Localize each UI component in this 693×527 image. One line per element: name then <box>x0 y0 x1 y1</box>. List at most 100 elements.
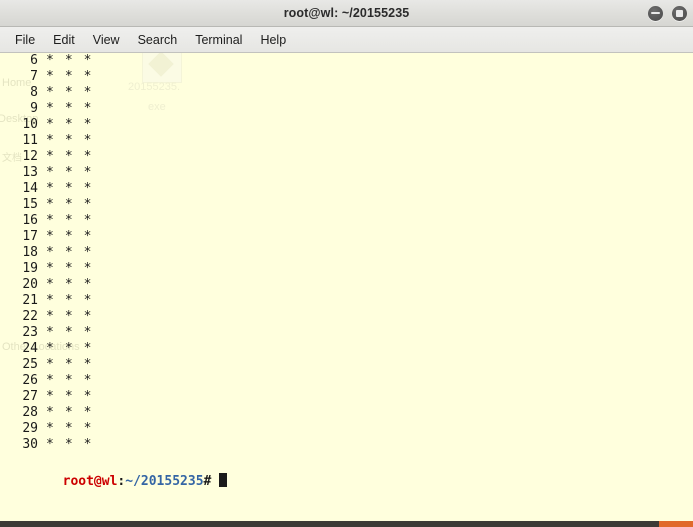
row-content: *** <box>46 133 103 148</box>
row-content: *** <box>46 229 103 244</box>
line-number: 26 <box>22 373 38 388</box>
minimize-icon <box>651 12 660 14</box>
terminal-row: 26 *** <box>0 373 693 389</box>
menu-item-file[interactable]: File <box>6 30 44 50</box>
terminal-row: 30 *** <box>0 437 693 453</box>
terminal-row: 23 *** <box>0 325 693 341</box>
line-number: 18 <box>22 245 38 260</box>
row-content: *** <box>46 357 103 372</box>
menu-item-help[interactable]: Help <box>251 30 295 50</box>
row-content: *** <box>46 325 103 340</box>
prompt-user-host: root@wl <box>62 474 118 489</box>
row-content: *** <box>46 373 103 388</box>
terminal-row: 14 *** <box>0 181 693 197</box>
terminal-row: 21 *** <box>0 293 693 309</box>
line-number: 25 <box>22 357 38 372</box>
row-content: *** <box>46 53 103 68</box>
menu-item-view[interactable]: View <box>84 30 129 50</box>
terminal-row: 12 *** <box>0 149 693 165</box>
terminal-row: 13 *** <box>0 165 693 181</box>
line-number: 13 <box>22 165 38 180</box>
terminal-row: 22 *** <box>0 309 693 325</box>
row-content: *** <box>46 261 103 276</box>
terminal-row: 11 *** <box>0 133 693 149</box>
terminal-row: 28 *** <box>0 405 693 421</box>
row-content: *** <box>46 117 103 132</box>
line-number: 7 <box>30 69 38 84</box>
line-number: 17 <box>22 229 38 244</box>
menu-item-edit[interactable]: Edit <box>44 30 84 50</box>
terminal-row: 25 *** <box>0 357 693 373</box>
row-content: *** <box>46 197 103 212</box>
terminal-screen: 6 *** 7 *** 8 *** 9 *** 10 *** 11 *** 12 *** 13 *** 14 **… <box>0 53 693 489</box>
line-number: 22 <box>22 309 38 324</box>
menu-item-search[interactable]: Search <box>129 30 187 50</box>
title-bar: root@wl: ~/20155235 <box>0 0 693 27</box>
row-content: *** <box>46 213 103 228</box>
line-number: 9 <box>30 101 38 116</box>
row-content: *** <box>46 389 103 404</box>
terminal-row: 24 *** <box>0 341 693 357</box>
row-content: *** <box>46 341 103 356</box>
minimize-button[interactable] <box>648 5 663 21</box>
terminal-row: 8 *** <box>0 85 693 101</box>
line-number: 10 <box>22 117 38 132</box>
line-number: 29 <box>22 421 38 436</box>
row-content: *** <box>46 181 103 196</box>
terminal-row: 19 *** <box>0 261 693 277</box>
line-number: 14 <box>22 181 38 196</box>
window-title: root@wl: ~/20155235 <box>283 6 410 20</box>
terminal-row: 16 *** <box>0 213 693 229</box>
line-number: 16 <box>22 213 38 228</box>
row-content: *** <box>46 69 103 84</box>
maximize-icon <box>676 9 683 17</box>
row-content: *** <box>46 245 103 260</box>
line-number: 21 <box>22 293 38 308</box>
row-content: *** <box>46 309 103 324</box>
terminal-row: 20 *** <box>0 277 693 293</box>
line-number: 20 <box>22 277 38 292</box>
terminal-row: 6 *** <box>0 53 693 69</box>
terminal-rows: 6 *** 7 *** 8 *** 9 *** 10 *** 11 *** 12 *** 13 *** 14 **… <box>0 53 693 453</box>
window-controls <box>648 0 687 26</box>
line-number: 27 <box>22 389 38 404</box>
bottom-accent-marker <box>659 521 693 527</box>
terminal-row: 18 *** <box>0 245 693 261</box>
line-number: 11 <box>22 133 38 148</box>
terminal-window: root@wl: ~/20155235 File Edit View Searc… <box>0 0 693 527</box>
terminal-row: 7 *** <box>0 69 693 85</box>
prompt-symbol: # <box>203 474 212 489</box>
row-content: *** <box>46 165 103 180</box>
line-number: 19 <box>22 261 38 276</box>
line-number: 28 <box>22 405 38 420</box>
terminal-row: 17 *** <box>0 229 693 245</box>
text-cursor[interactable] <box>219 473 228 487</box>
maximize-button[interactable] <box>672 5 687 21</box>
line-number: 6 <box>30 53 38 68</box>
line-number: 15 <box>22 197 38 212</box>
line-number: 30 <box>22 437 38 452</box>
row-content: *** <box>46 405 103 420</box>
prompt-path: ~/20155235 <box>125 474 204 489</box>
line-number: 24 <box>22 341 38 356</box>
line-number: 23 <box>22 325 38 340</box>
terminal-row: 29 *** <box>0 421 693 437</box>
row-content: *** <box>46 85 103 100</box>
terminal-row: 15 *** <box>0 197 693 213</box>
row-content: *** <box>46 277 103 292</box>
terminal-output-area[interactable]: Home Desktop 文档 Other Locations 20155235… <box>0 53 693 521</box>
menu-item-terminal[interactable]: Terminal <box>186 30 251 50</box>
row-content: *** <box>46 437 103 452</box>
menu-bar: File Edit View Search Terminal Help <box>0 27 693 53</box>
row-content: *** <box>46 421 103 436</box>
shell-prompt[interactable]: root@wl:~/20155235# <box>0 453 693 489</box>
row-content: *** <box>46 293 103 308</box>
row-content: *** <box>46 149 103 164</box>
line-number: 12 <box>22 149 38 164</box>
terminal-row: 27 *** <box>0 389 693 405</box>
row-content: *** <box>46 101 103 116</box>
window-bottom-border <box>0 521 693 527</box>
line-number: 8 <box>30 85 38 100</box>
terminal-row: 9 *** <box>0 101 693 117</box>
terminal-row: 10 *** <box>0 117 693 133</box>
